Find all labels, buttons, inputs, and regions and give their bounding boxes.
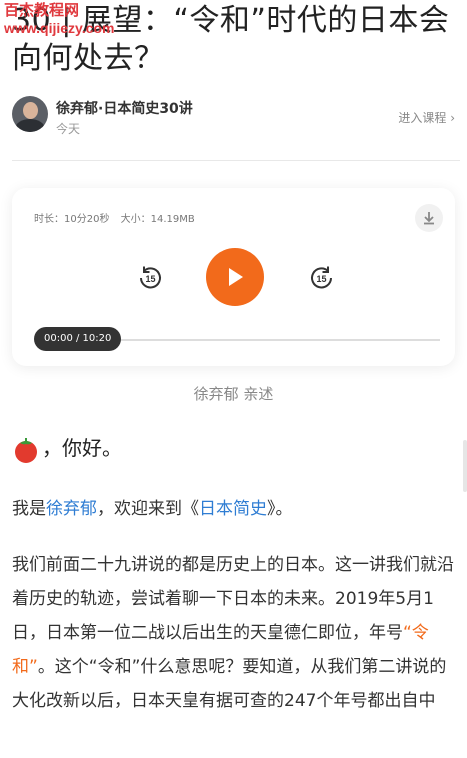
watermark-line2: www.qijiezy.com [4, 20, 115, 36]
intro-suffix: 》。 [267, 499, 293, 519]
intro-line: 我是徐弃郁，欢迎来到《日本简史》。 [12, 494, 293, 519]
scrollbar[interactable] [463, 440, 467, 492]
download-icon[interactable] [415, 204, 443, 232]
play-icon [229, 268, 243, 286]
size-label: 大小：14.19MB [120, 214, 195, 225]
progress-thumb[interactable]: 00:00 / 10:20 [34, 327, 122, 351]
forward-15-label: 15 [316, 274, 326, 284]
author-link[interactable]: 徐弃郁 [46, 499, 97, 519]
publish-date: 今天 [56, 122, 81, 136]
audio-player: 时长：10分20秒 大小：14.19MB 15 15 00:00 / 10:20 [12, 188, 455, 366]
para-text-a: 我们前面二十九讲说的都是历史上的日本。这一讲我们就沿着历史的轨迹，尝试着聊一下日… [12, 555, 454, 643]
watermark: 百杰教程网 www.qijiezy.com [4, 2, 114, 36]
duration-label: 时长：10分20秒 [34, 214, 110, 225]
intro-prefix: 我是 [12, 499, 46, 519]
para-text-b: 。这个“令和”什么意思呢？要知道，从我们第二讲说的大化改新以后，日本天皇有据可查… [12, 657, 447, 711]
narrator-label: 徐弃郁 亲述 [193, 385, 274, 403]
play-button[interactable] [206, 248, 264, 306]
watermark-line1: 百杰教程网 [4, 2, 80, 19]
greeting-text: ，你好。 [42, 436, 122, 460]
avatar[interactable] [12, 96, 48, 132]
tomato-icon [12, 437, 40, 463]
body-paragraph: 我们前面二十九讲说的都是历史上的日本。这一讲我们就沿着历史的轨迹，尝试着聊一下日… [12, 548, 462, 718]
greeting: ，你好。 [12, 432, 122, 463]
enter-course-link[interactable]: 进入课程 › [398, 109, 455, 126]
rewind-15-icon[interactable]: 15 [137, 265, 163, 291]
forward-15-icon[interactable]: 15 [309, 265, 335, 291]
audio-meta: 时长：10分20秒 大小：14.19MB [34, 210, 203, 225]
author-name[interactable]: 徐弃郁·日本简史30讲 [56, 98, 193, 118]
author-row: 徐弃郁·日本简史30讲 今天 进入课程 › [12, 96, 455, 138]
rewind-15-label: 15 [145, 274, 155, 284]
divider [12, 160, 460, 161]
course-link[interactable]: 日本简史 [199, 499, 267, 519]
intro-mid: ，欢迎来到《 [97, 499, 199, 519]
